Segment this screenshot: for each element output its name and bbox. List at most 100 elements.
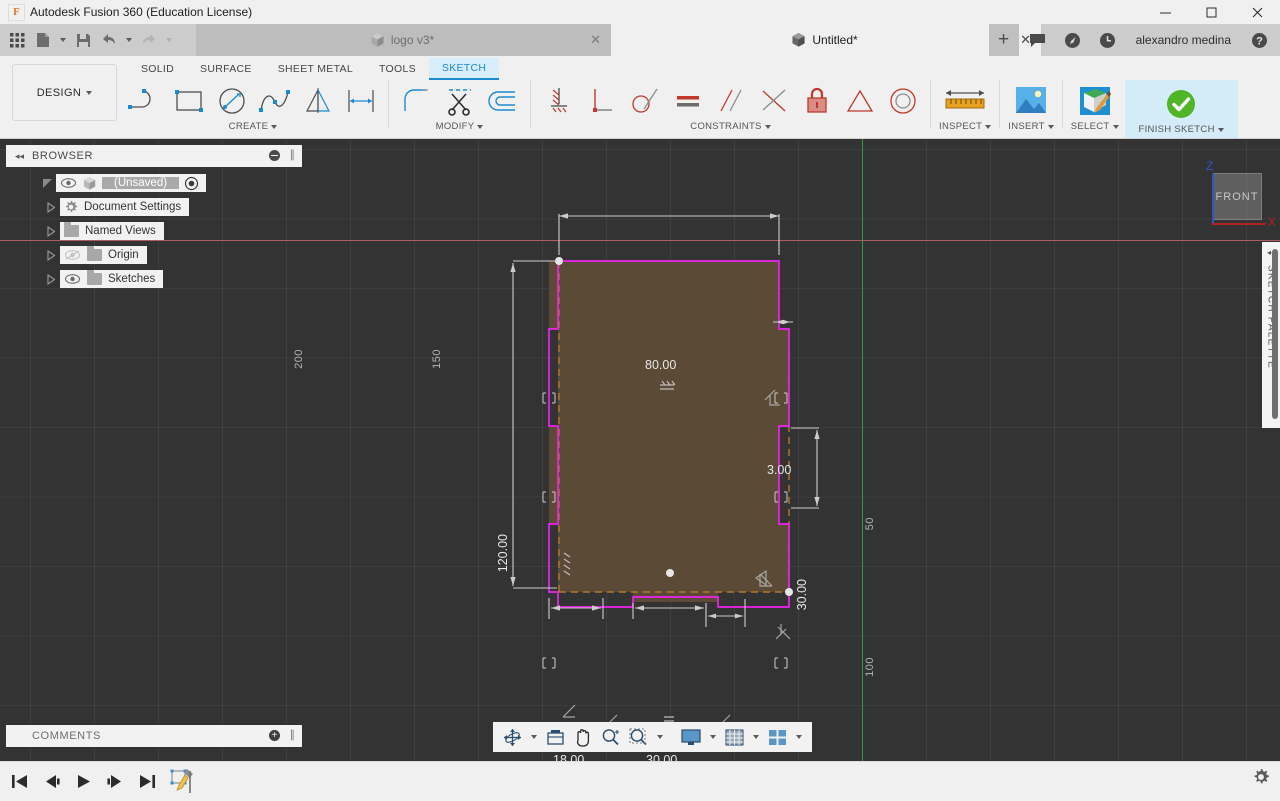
ribbon-tab-solid[interactable]: SOLID xyxy=(128,59,187,79)
orbit-icon[interactable] xyxy=(499,724,526,750)
grip-icon[interactable]: ∥ xyxy=(290,730,296,741)
equal-constraint-icon[interactable] xyxy=(666,80,709,122)
zoom-window-icon[interactable] xyxy=(625,724,652,750)
step-back-icon[interactable] xyxy=(40,766,62,796)
display-settings-dropdown[interactable] xyxy=(706,724,720,750)
dimension-30-bottom[interactable]: 30.00 xyxy=(646,753,677,761)
viewports-dropdown[interactable] xyxy=(792,724,806,750)
sketch-point-bottom-mid[interactable] xyxy=(666,569,674,577)
panel-finish-sketch[interactable]: FINISH SKETCH xyxy=(1124,80,1238,138)
minimize-button[interactable] xyxy=(1142,0,1188,24)
trim-scissors-icon[interactable] xyxy=(438,80,481,122)
expand-arrow-icon[interactable] xyxy=(38,171,56,195)
view-cube-front-face[interactable]: FRONT xyxy=(1212,173,1262,220)
grid-snaps-dropdown[interactable] xyxy=(749,724,763,750)
mirror-icon[interactable] xyxy=(296,80,339,122)
user-name[interactable]: alexandro medina xyxy=(1126,33,1241,47)
sketch-point-bottom-right[interactable] xyxy=(785,588,793,596)
ribbon-tab-surface[interactable]: SURFACE xyxy=(187,59,265,79)
browser-item-chip[interactable]: Sketches xyxy=(60,270,164,288)
browser-item-named-views[interactable]: Named Views xyxy=(30,219,300,243)
panel-inspect-label[interactable]: INSPECT xyxy=(939,121,992,132)
spline-icon[interactable] xyxy=(253,80,296,122)
undo-dropdown[interactable] xyxy=(122,25,136,55)
panel-insert[interactable]: INSERT xyxy=(1002,80,1059,132)
play-icon[interactable] xyxy=(72,766,94,796)
concentric-constraint-icon[interactable] xyxy=(881,80,924,122)
browser-item-chip[interactable]: (Unsaved) xyxy=(56,174,207,192)
new-tab-button[interactable]: + xyxy=(988,24,1019,56)
browser-item-document-settings[interactable]: Document Settings xyxy=(30,195,300,219)
collapse-left-icon[interactable]: ◂◂ xyxy=(15,151,24,162)
document-tab-logo-v3[interactable]: logo v3* ✕ xyxy=(196,24,611,56)
browser-item-unsaved[interactable]: (Unsaved) xyxy=(30,171,300,195)
expand-arrow-icon[interactable] xyxy=(42,267,60,291)
expand-arrow-icon[interactable] xyxy=(42,195,60,219)
help-icon[interactable]: ? xyxy=(1243,24,1276,56)
dimension-3[interactable]: 3.00 xyxy=(767,463,791,477)
grip-icon[interactable]: ∥ xyxy=(290,150,296,161)
viewports-icon[interactable] xyxy=(764,724,791,750)
display-settings-icon[interactable] xyxy=(677,724,705,750)
pan-hand-icon[interactable] xyxy=(570,724,596,750)
redo-dropdown[interactable] xyxy=(162,25,176,55)
undo-icon[interactable] xyxy=(96,25,122,55)
rectangle-icon[interactable] xyxy=(167,80,210,122)
parallel-constraint-icon[interactable] xyxy=(709,80,752,122)
ribbon-tab-sheet-metal[interactable]: SHEET METAL xyxy=(265,59,366,79)
canvas-scrollbar[interactable] xyxy=(1272,249,1278,419)
midpoint-constraint-icon[interactable] xyxy=(838,80,881,122)
panel-select-label[interactable]: SELECT xyxy=(1071,121,1119,132)
panel-constraints-label[interactable]: CONSTRAINTS xyxy=(690,121,771,132)
speedometer-icon[interactable] xyxy=(1056,24,1089,56)
dimension-120[interactable]: 120.00 xyxy=(496,534,510,572)
panel-modify-label[interactable]: MODIFY xyxy=(436,121,484,132)
offset-icon[interactable] xyxy=(481,80,524,122)
workspace-switcher-design[interactable]: DESIGN xyxy=(12,64,117,121)
dimension-80[interactable]: 80.00 xyxy=(645,358,676,372)
clock-icon[interactable] xyxy=(1091,24,1124,56)
visibility-eye-icon[interactable] xyxy=(60,176,77,190)
add-comment-icon[interactable]: + xyxy=(269,730,280,741)
orbit-dropdown[interactable] xyxy=(527,724,541,750)
close-button[interactable] xyxy=(1234,0,1280,24)
comment-icon[interactable] xyxy=(1021,24,1054,56)
panel-insert-label[interactable]: INSERT xyxy=(1008,121,1054,132)
minimize-icon[interactable] xyxy=(269,150,280,161)
line-icon[interactable] xyxy=(124,80,167,122)
panel-inspect[interactable]: INSPECT xyxy=(933,80,997,132)
dimension-18[interactable]: 18.00 xyxy=(553,753,584,761)
maximize-button[interactable] xyxy=(1188,0,1234,24)
browser-item-origin[interactable]: Origin xyxy=(30,243,300,267)
grid-snaps-icon[interactable] xyxy=(721,724,748,750)
browser-item-chip[interactable]: Named Views xyxy=(60,222,164,240)
look-at-icon[interactable] xyxy=(542,724,569,750)
timeline-settings-gear-icon[interactable] xyxy=(1252,768,1270,786)
document-tab-close[interactable]: ✕ xyxy=(590,33,601,46)
circle-icon[interactable] xyxy=(210,80,253,122)
active-component-radio-icon[interactable] xyxy=(184,176,199,190)
ribbon-tab-tools[interactable]: TOOLS xyxy=(366,59,429,79)
sketch-canvas[interactable]: 200 150 100 50 50 100 150 xyxy=(0,139,1280,761)
new-document-icon[interactable] xyxy=(30,25,56,55)
sketch-feature-icon[interactable] xyxy=(168,766,198,796)
panel-select[interactable]: SELECT xyxy=(1065,80,1125,132)
step-forward-icon[interactable] xyxy=(104,766,126,796)
browser-item-chip[interactable]: Origin xyxy=(60,246,147,264)
horizontal-vertical-constraint-icon[interactable] xyxy=(537,80,580,122)
visibility-eye-off-icon[interactable] xyxy=(64,248,81,262)
panel-finish-sketch-label[interactable]: FINISH SKETCH xyxy=(1139,124,1224,135)
go-to-end-icon[interactable] xyxy=(136,766,158,796)
go-to-beginning-icon[interactable] xyxy=(8,766,30,796)
ribbon-tab-sketch[interactable]: SKETCH xyxy=(428,58,500,80)
fillet-icon[interactable] xyxy=(395,80,438,122)
fix-unfix-lock-icon[interactable] xyxy=(795,80,838,122)
panel-create-label[interactable]: CREATE xyxy=(229,121,278,132)
browser-item-sketches[interactable]: Sketches xyxy=(30,267,300,291)
expand-arrow-icon[interactable] xyxy=(42,219,60,243)
zoom-icon[interactable] xyxy=(597,724,624,750)
dimension-30-right[interactable]: 30.00 xyxy=(795,579,809,610)
dimension-icon[interactable] xyxy=(339,80,382,122)
redo-icon[interactable] xyxy=(136,25,162,55)
coincident-constraint-icon[interactable] xyxy=(752,80,795,122)
